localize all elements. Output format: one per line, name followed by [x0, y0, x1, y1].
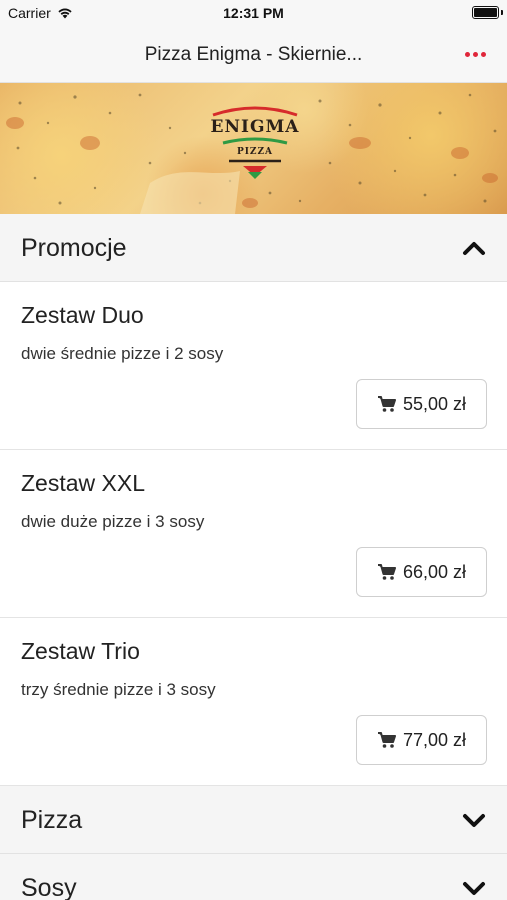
more-dot-icon — [464, 51, 470, 57]
more-dot-icon — [480, 51, 486, 57]
restaurant-logo: ENIGMA PIZZA — [207, 103, 303, 181]
chevron-down-icon — [463, 814, 485, 827]
section-title: Pizza — [21, 806, 83, 834]
chevron-down-icon — [463, 882, 485, 895]
chevron-up-icon — [463, 242, 485, 255]
more-dot-icon — [472, 51, 478, 57]
cart-icon — [377, 564, 396, 580]
item-name: Zestaw XXL — [21, 470, 145, 496]
item-price: 66,00 zł — [402, 561, 466, 582]
add-to-cart-button[interactable]: 55,00 zł — [355, 379, 487, 429]
item-name: Zestaw Trio — [21, 638, 140, 664]
section-header-promocje[interactable]: Promocje — [0, 214, 507, 282]
cart-icon — [377, 732, 396, 748]
nav-bar: Pizza Enigma - Skiernie... — [0, 26, 507, 83]
section-header-pizza[interactable]: Pizza — [0, 786, 507, 854]
item-description: dwie średnie pizze i 2 sosy — [21, 344, 224, 363]
item-price: 55,00 zł — [402, 393, 466, 414]
section-title: Promocje — [21, 234, 127, 262]
status-time: 12:31 PM — [223, 5, 284, 21]
section-title: Sosy — [21, 874, 77, 900]
battery-tip — [501, 10, 503, 15]
logo-subtext: PIZZA — [236, 147, 274, 157]
page-title: Pizza Enigma - Skiernie... — [144, 44, 363, 65]
menu-item: Zestaw Duo dwie średnie pizze i 2 sosy 5… — [0, 282, 507, 450]
restaurant-banner: ENIGMA PIZZA — [0, 83, 507, 214]
add-to-cart-button[interactable]: 77,00 zł — [355, 715, 487, 765]
status-bar: Carrier 12:31 PM — [0, 0, 507, 26]
add-to-cart-button[interactable]: 66,00 zł — [355, 547, 487, 597]
item-description: dwie duże pizze i 3 sosy — [21, 512, 205, 531]
more-options-button[interactable] — [461, 42, 489, 66]
item-description: trzy średnie pizze i 3 sosy — [21, 680, 216, 699]
cart-icon — [377, 396, 396, 412]
menu-item: Zestaw Trio trzy średnie pizze i 3 sosy … — [0, 618, 507, 786]
menu-item: Zestaw XXL dwie duże pizze i 3 sosy 66,0… — [0, 450, 507, 618]
item-price: 77,00 zł — [402, 729, 466, 750]
item-name: Zestaw Duo — [21, 302, 144, 328]
logo-text: ENIGMA — [210, 117, 300, 137]
battery-icon — [472, 6, 499, 19]
section-header-sosy[interactable]: Sosy — [0, 854, 507, 900]
